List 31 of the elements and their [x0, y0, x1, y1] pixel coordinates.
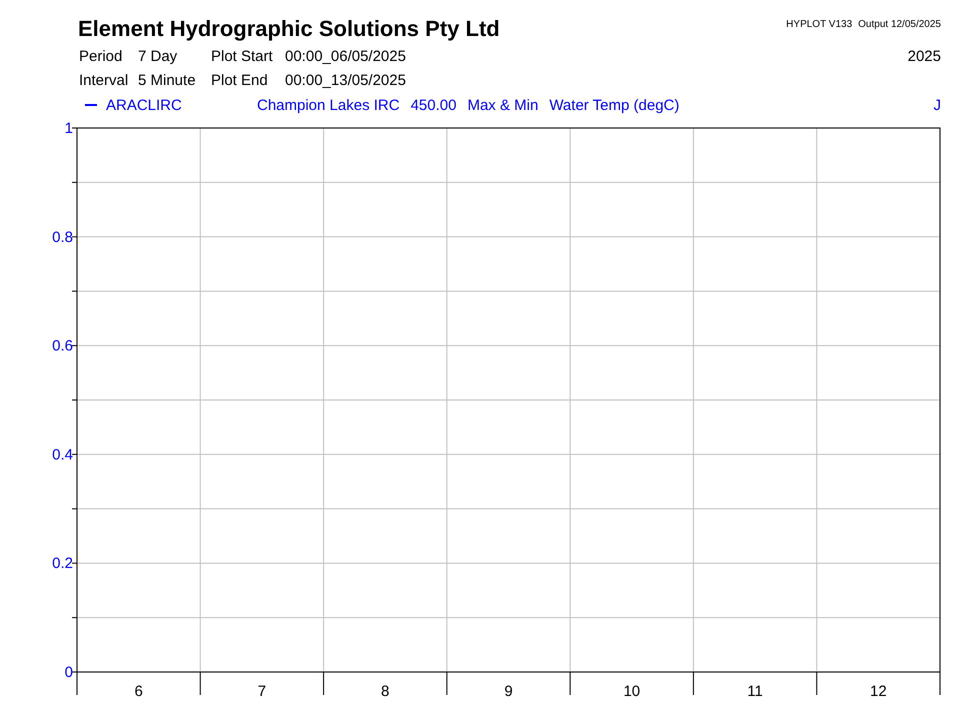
y-tick-label: 0.2 [52, 555, 73, 572]
y-tick-label: 0.4 [52, 446, 73, 464]
site-name: Champion Lakes IRC [257, 96, 400, 114]
info-label: Plot Start [211, 47, 274, 67]
info-value: 5 Minute [138, 71, 197, 91]
x-tick-label: 12 [870, 683, 887, 700]
x-tick-label: 10 [623, 683, 640, 700]
x-tick-label: 11 [747, 683, 763, 700]
info-value: 00:00_06/05/2025 [285, 47, 406, 67]
y-tick-label: 0.8 [52, 228, 73, 246]
flag-label: J [934, 96, 941, 114]
company-title: Element Hydrographic Solutions Pty Ltd [78, 16, 500, 42]
y-tick-label: 0.6 [52, 338, 73, 355]
info-value: 00:00_13/05/2025 [285, 71, 406, 91]
output-date: Output 12/05/2025 [858, 19, 941, 30]
x-tick-label: 6 [134, 683, 143, 700]
site-value: 450.00 [410, 96, 456, 114]
info-label: Interval [79, 71, 130, 91]
x-tick-label: 7 [258, 683, 266, 700]
variable-label: Water Temp (degC) [549, 96, 680, 114]
x-tick-label: 8 [381, 683, 390, 700]
x-tick-label: 9 [504, 683, 513, 700]
year-label: 2025 [908, 47, 941, 67]
info-value: 7 Day [138, 47, 178, 67]
info-label: Plot End [211, 71, 269, 91]
series-name: ARACLIRC [106, 96, 183, 114]
statistic-label: Max & Min [467, 96, 538, 114]
y-tick-label: 1 [64, 120, 73, 137]
info-label: Period [79, 47, 124, 67]
program-version: HYPLOT V133 [786, 19, 852, 30]
y-tick-label: 0 [64, 664, 73, 681]
